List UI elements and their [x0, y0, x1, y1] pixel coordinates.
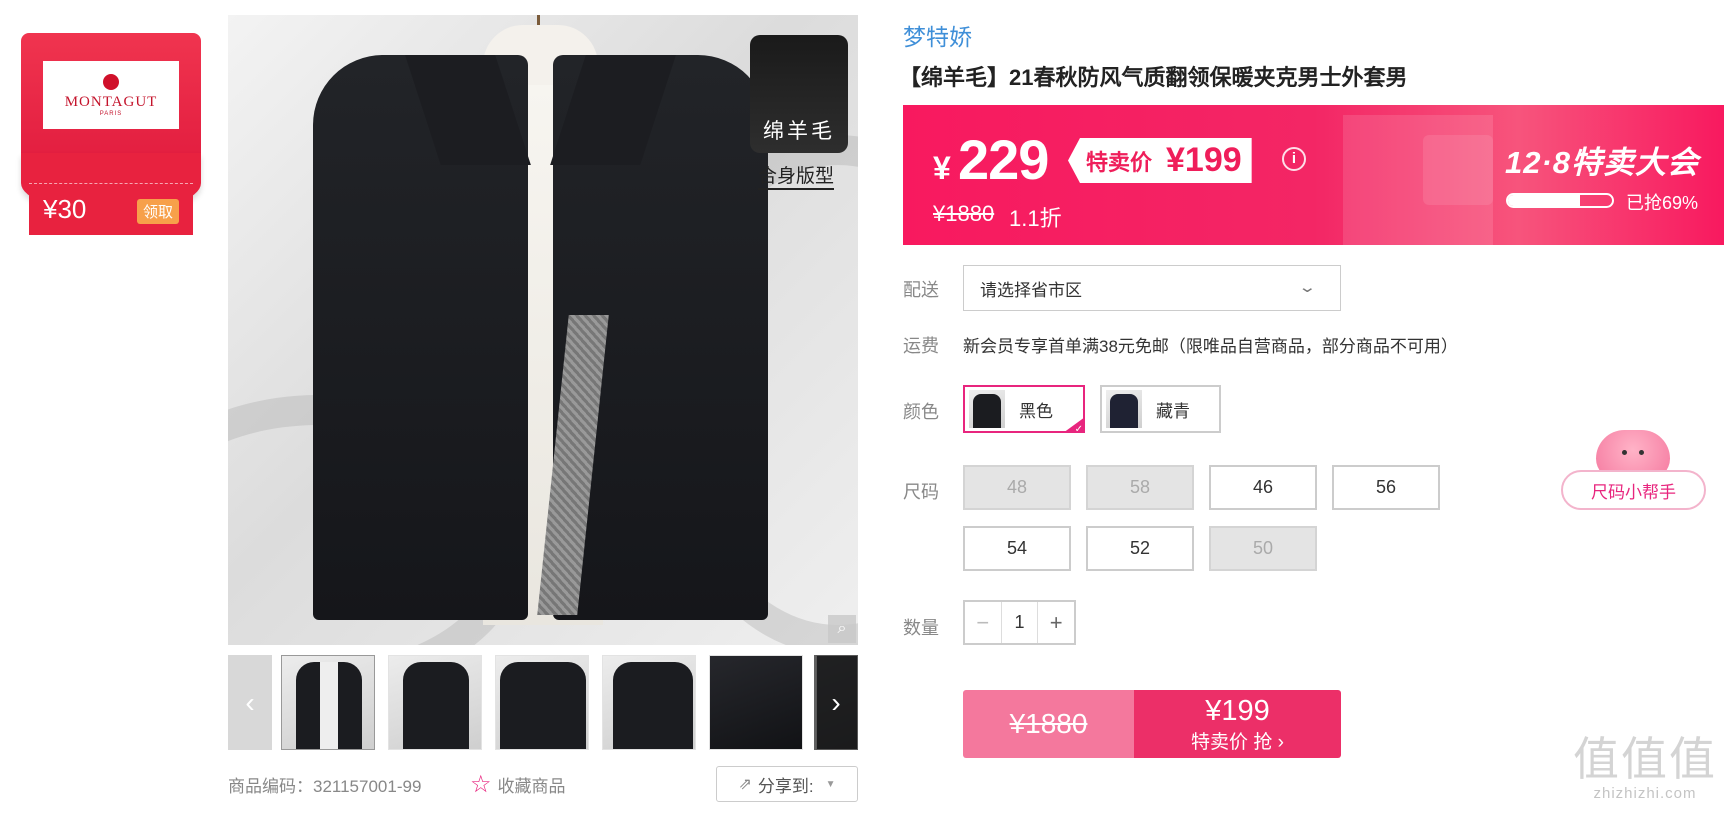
thumbnail-strip: ‹ ›	[228, 655, 858, 750]
caret-down-icon: ▼	[825, 778, 836, 790]
thumbnail[interactable]	[388, 655, 482, 750]
thumbnail[interactable]	[495, 655, 589, 750]
sold-progress-bar	[1506, 193, 1614, 208]
region-select-value: 请选择省市区	[980, 280, 1082, 300]
event-title: 12·8特卖大会	[1504, 145, 1699, 180]
region-select[interactable]: 请选择省市区 ⌄	[963, 265, 1341, 311]
current-price: 229	[958, 128, 1049, 191]
sold-progress-text: 已抢69%	[1626, 193, 1699, 213]
special-price-label: 特卖价	[1086, 149, 1153, 175]
brand-logo: MONTAGUT PARIS	[43, 61, 179, 129]
buy-action-label: 特卖价 抢 ›	[1191, 731, 1284, 753]
favorite-label: 收藏商品	[497, 777, 566, 796]
size-option[interactable]: 46	[1209, 465, 1317, 510]
color-option-black[interactable]: 黑色 ✓	[963, 385, 1085, 433]
buy-special-price: ¥199	[1205, 694, 1270, 727]
zoom-icon[interactable]: ⌕	[828, 615, 856, 643]
brand-emblem-icon	[103, 73, 119, 90]
discount-text: 1.1折	[1009, 206, 1062, 231]
color-option-label: 黑色	[1019, 401, 1053, 421]
material-badge-text: 绵羊毛	[763, 120, 835, 143]
buy-original-price[interactable]: ¥1880	[963, 690, 1134, 758]
shipping-text: 新会员专享首单满38元免邮（限唯品自营商品，部分商品不可用）	[963, 337, 1458, 356]
thumbnail[interactable]	[709, 655, 803, 750]
coupon-amount: ¥30	[43, 194, 87, 224]
quantity-decrease-button[interactable]: −	[965, 602, 1002, 643]
price-banner: ¥ 229 特卖价 ¥199 i ¥1880 1.1折 12·8特卖大会 已抢6…	[903, 105, 1724, 245]
quantity-stepper: − 1 +	[963, 600, 1076, 645]
special-price-value: ¥199	[1166, 141, 1242, 179]
size-option[interactable]: 54	[963, 526, 1071, 571]
size-option[interactable]: 52	[1086, 526, 1194, 571]
quantity-value[interactable]: 1	[1002, 602, 1038, 643]
color-swatch-image	[1106, 390, 1142, 428]
product-code: 商品编码：321157001-99	[228, 777, 422, 796]
coupon-ticket: ¥30 领取	[29, 183, 193, 235]
brand-logo-sub: PARIS	[99, 110, 123, 117]
product-title: 【绵羊毛】21春秋防风气质翻领保暖夹克男士外套男	[899, 65, 1408, 90]
color-option-label: 藏青	[1156, 401, 1190, 421]
size-option[interactable]: 56	[1332, 465, 1440, 510]
buy-now-button[interactable]: ¥199 特卖价 抢 ›	[1134, 690, 1341, 758]
size-helper-button[interactable]: 尺码小帮手	[1561, 470, 1706, 510]
delivery-label: 配送	[903, 280, 939, 300]
coupon-claim-button[interactable]: 领取	[136, 199, 179, 224]
size-option[interactable]: 48	[963, 465, 1071, 510]
share-label: 分享到:	[757, 776, 814, 796]
color-label: 颜色	[903, 402, 939, 422]
color-swatch-image	[969, 390, 1005, 428]
thumbnail-prev-button[interactable]: ‹	[228, 655, 272, 750]
main-product-image[interactable]: 绵羊毛 合身版型 ⌕	[228, 15, 858, 645]
banner-gift-decoration	[1423, 135, 1493, 205]
color-option-navy[interactable]: 藏青	[1100, 385, 1221, 433]
shipping-label: 运费	[903, 336, 939, 356]
special-price-tag: 特卖价 ¥199	[1068, 138, 1252, 183]
brand-logo-text: MONTAGUT	[64, 93, 158, 110]
thumbnail[interactable]	[602, 655, 696, 750]
star-icon: ☆	[470, 770, 492, 798]
favorite-button[interactable]: ☆ 收藏商品	[470, 772, 566, 797]
watermark-logo: 值值值	[1573, 732, 1717, 786]
brand-coupon[interactable]: MONTAGUT PARIS ¥30 领取	[21, 33, 201, 238]
size-option[interactable]: 50	[1209, 526, 1317, 571]
size-label: 尺码	[903, 482, 939, 502]
price-currency: ¥	[933, 150, 951, 186]
fit-label: 合身版型	[758, 161, 835, 190]
watermark-url: zhizhizhi.com	[1593, 785, 1697, 802]
share-icon: ⇗	[738, 776, 752, 793]
thumbnail-next-button[interactable]: ›	[814, 655, 858, 750]
brand-link[interactable]: 梦特娇	[903, 18, 972, 52]
quantity-increase-button[interactable]: +	[1037, 602, 1074, 643]
chevron-down-icon: ⌄	[1298, 279, 1318, 296]
original-price: ¥1880	[933, 201, 995, 226]
material-badge: 绵羊毛	[750, 35, 848, 153]
size-option[interactable]: 58	[1086, 465, 1194, 510]
share-button[interactable]: ⇗ 分享到: ▼	[716, 766, 858, 802]
checkmark-icon: ✓	[1063, 417, 1085, 433]
site-watermark: 值值值 zhizhizhi.com	[1570, 733, 1720, 802]
quantity-label: 数量	[903, 618, 939, 638]
sold-progress-fill	[1508, 195, 1580, 206]
thumbnail[interactable]	[281, 655, 375, 750]
info-icon[interactable]: i	[1282, 147, 1306, 171]
